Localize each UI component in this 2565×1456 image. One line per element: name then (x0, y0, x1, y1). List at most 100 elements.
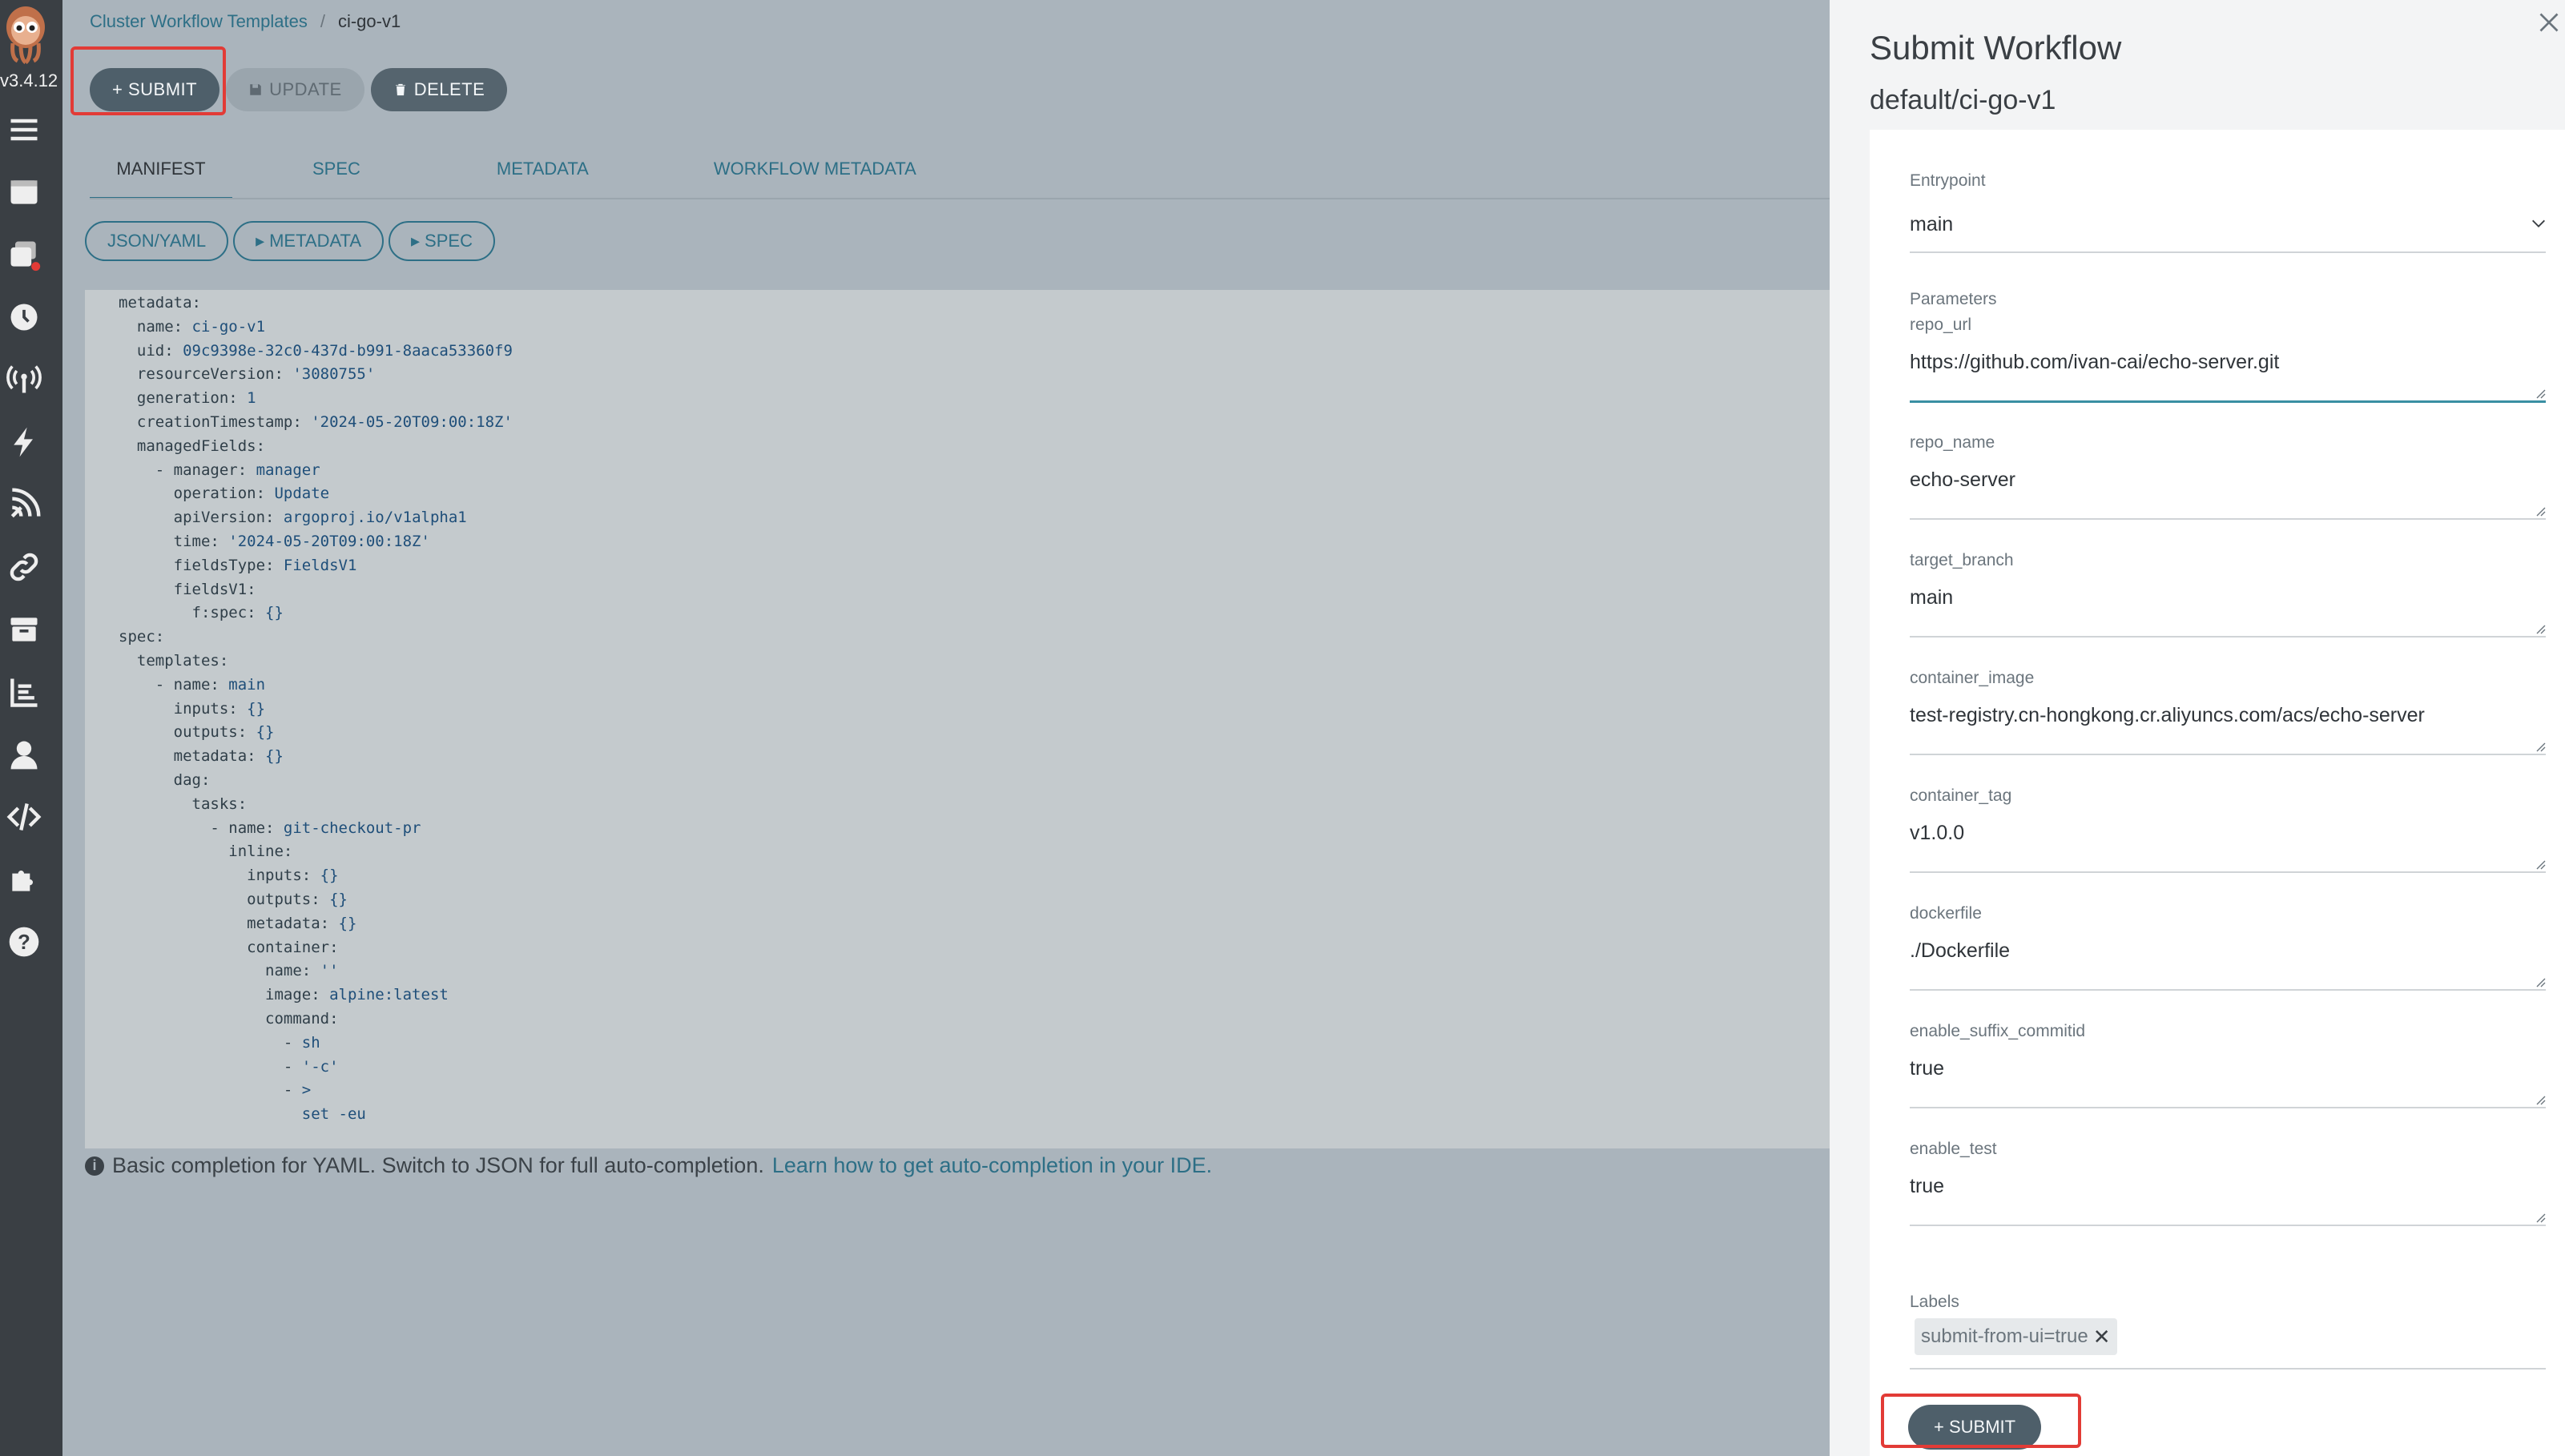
code-line: f:spec: {} (85, 601, 1830, 625)
param-input-target-branch[interactable]: main (1910, 586, 1953, 609)
resize-handle-icon[interactable] (2535, 388, 2546, 399)
code-line: metadata: {} (85, 912, 1830, 936)
code-value: {} (265, 747, 284, 766)
hint-text: Basic completion for YAML. Switch to JSO… (112, 1153, 764, 1177)
yaml-editor[interactable]: metadata: name: ci-go-v1 uid: 09c9398e-3… (85, 290, 1830, 1148)
update-button[interactable]: UPDATE (226, 68, 364, 111)
code-key: inline: (228, 843, 293, 861)
close-icon[interactable] (2535, 8, 2563, 37)
code-key: metadata: (247, 914, 339, 932)
param-label-container-tag: container_tag (1910, 786, 2012, 805)
svg-text:?: ? (18, 931, 30, 954)
code-key: metadata: (173, 747, 266, 766)
code-line: inline: (85, 840, 1830, 864)
metadata-section-button[interactable]: ▸ METADATA (233, 221, 384, 261)
breadcrumb-current: ci-go-v1 (337, 11, 401, 31)
auto-completion-link[interactable]: Learn how to get auto-completion in your… (772, 1153, 1212, 1178)
param-label-container-image: container_image (1910, 669, 2035, 687)
delete-button[interactable]: DELETE (370, 68, 508, 111)
parameters-label: Parameters (1910, 290, 1997, 308)
user-icon[interactable] (5, 735, 43, 774)
param-input-enable-suffix-commitid[interactable]: true (1910, 1057, 1944, 1080)
label-chip-text: submit-from-ui=true (1921, 1325, 2088, 1347)
version-label: v3.4.12 (0, 70, 58, 90)
param-underline (1910, 1107, 2546, 1108)
plugins-icon[interactable] (5, 860, 43, 899)
param-underline (1910, 636, 2546, 638)
code-key: f:spec: (191, 604, 266, 622)
tab-workflow-metadata[interactable]: WORKFLOW METADATA (683, 152, 947, 197)
tab-metadata[interactable]: METADATA (466, 152, 619, 197)
code-key: command: (265, 1009, 339, 1028)
code-line: inputs: {} (85, 864, 1830, 888)
links-icon[interactable] (5, 548, 43, 586)
code-key: spec: (119, 628, 165, 646)
code-line: dag: (85, 769, 1830, 793)
param-input-container-image[interactable]: test-registry.cn-hongkong.cr.aliyuncs.co… (1910, 704, 2425, 727)
code-line: set -eu (85, 1103, 1830, 1127)
event-sources-icon[interactable] (5, 360, 43, 399)
tab-spec[interactable]: SPEC (282, 152, 391, 197)
code-value: {} (265, 604, 284, 622)
resize-handle-icon[interactable] (2535, 1094, 2546, 1105)
workflow-templates-icon[interactable] (5, 173, 43, 211)
code-key: fieldsV1: (173, 580, 256, 598)
submit-workflow-panel: Submit Workflow default/ci-go-v1 Entrypo… (1830, 0, 2565, 1456)
resize-handle-icon[interactable] (2535, 623, 2546, 634)
code-key: resourceVersion: (136, 365, 293, 384)
code-line: - '-c' (85, 1056, 1830, 1080)
argo-logo[interactable] (2, 3, 50, 64)
param-label-enable-suffix-commitid: enable_suffix_commitid (1910, 1022, 2086, 1040)
sidebar: v3.4.12 ? (0, 0, 62, 1456)
param-input-dockerfile[interactable]: ./Dockerfile (1910, 939, 2010, 963)
trash-icon (395, 83, 405, 96)
code-value: '2024-05-20T09:00:18Z' (228, 532, 430, 550)
code-value: FieldsV1 (283, 556, 357, 574)
tab-manifest[interactable]: MANIFEST (90, 152, 232, 199)
help-icon[interactable]: ? (5, 923, 43, 961)
entrypoint-select[interactable]: main (1910, 213, 1953, 236)
save-icon (250, 84, 261, 95)
param-input-repo-name[interactable]: echo-server (1910, 469, 2015, 492)
reports-icon[interactable] (5, 673, 43, 711)
api-docs-icon[interactable] (5, 798, 43, 836)
code-value: alpine:latest (329, 986, 449, 1004)
code-key: templates: (136, 651, 229, 670)
spec-section-button[interactable]: ▸ SPEC (389, 221, 495, 261)
cluster-templates-icon[interactable] (5, 235, 43, 274)
code-value: 09c9398e-32c0-437d-b991-8aaca53360f9 (183, 341, 513, 360)
code-value: '' (320, 962, 339, 980)
archive-icon[interactable] (5, 610, 43, 649)
code-key: generation: (136, 389, 248, 408)
code-value: {} (329, 890, 348, 908)
entrypoint-label: Entrypoint (1910, 171, 1986, 190)
json-yaml-toggle[interactable]: JSON/YAML (85, 221, 229, 261)
menu-icon[interactable] (5, 111, 43, 149)
resize-handle-icon[interactable] (2535, 1212, 2546, 1223)
event-flow-icon[interactable] (5, 485, 43, 524)
param-input-container-tag[interactable]: v1.0.0 (1910, 822, 1964, 845)
cron-clock-icon[interactable] (5, 298, 43, 336)
resize-handle-icon[interactable] (2535, 859, 2546, 870)
code-line: container: (85, 936, 1830, 960)
chevron-down-icon[interactable] (2530, 215, 2547, 232)
param-input-enable-test[interactable]: true (1910, 1175, 1944, 1198)
resize-handle-icon[interactable] (2535, 976, 2546, 987)
code-key: name: (136, 317, 192, 336)
resize-handle-icon[interactable] (2535, 505, 2546, 517)
code-value: main (228, 675, 266, 694)
remove-label-icon[interactable]: ✕ (2093, 1325, 2111, 1349)
code-line: name: '' (85, 959, 1830, 983)
code-value: '2024-05-20T09:00:18Z' (311, 412, 513, 431)
param-input-repo-url[interactable]: https://github.com/ivan-cai/echo-server.… (1910, 351, 2279, 374)
resize-handle-icon[interactable] (2535, 741, 2546, 752)
breadcrumb-parent-link[interactable]: Cluster Workflow Templates (90, 11, 308, 32)
code-key: fieldsType: (173, 556, 284, 574)
sensors-lightning-icon[interactable] (5, 423, 43, 461)
